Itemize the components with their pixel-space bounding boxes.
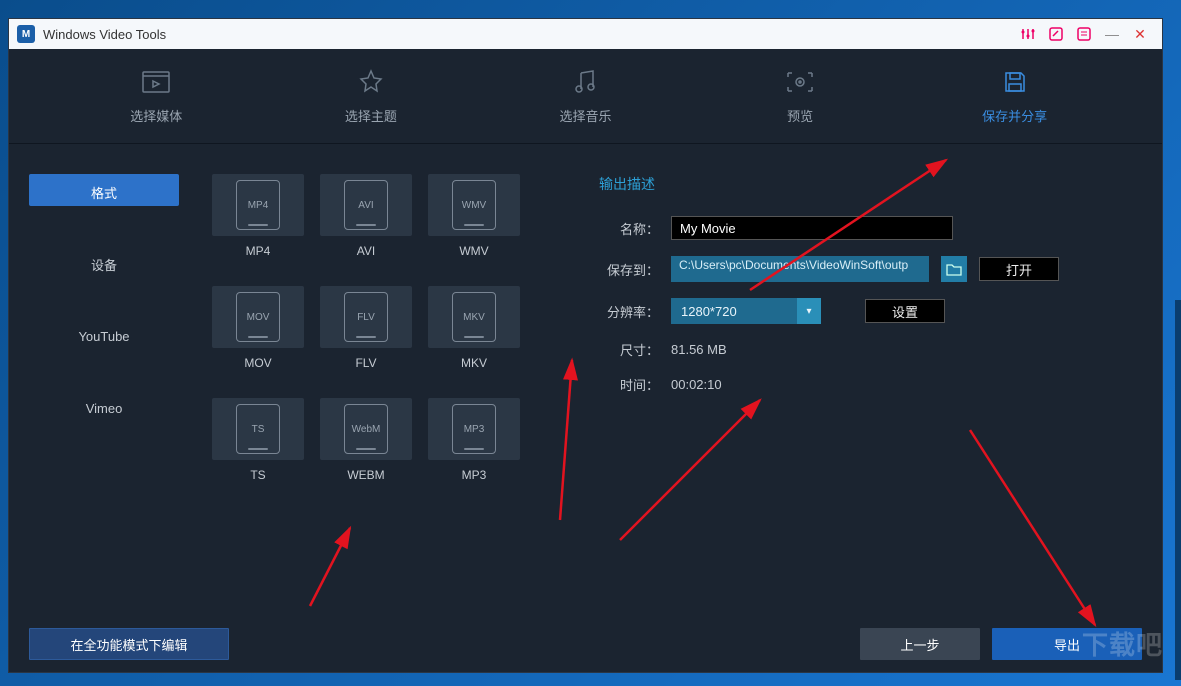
folder-icon[interactable]: [941, 256, 967, 282]
app-title: Windows Video Tools: [43, 27, 166, 42]
menu-icon[interactable]: [1070, 22, 1098, 46]
step-preview[interactable]: 预览: [740, 68, 860, 125]
titlebar: M Windows Video Tools — ✕: [9, 19, 1162, 49]
output-panel: 输出描述 名称： 保存到： C:\Users\pc\Documents\Vide…: [579, 174, 1142, 606]
format-avi[interactable]: AVIAVI: [317, 174, 415, 258]
output-heading: 输出描述: [599, 174, 1122, 194]
edit-fullmode-button[interactable]: 在全功能模式下编辑: [29, 628, 229, 660]
sidebar-format[interactable]: 格式: [29, 174, 179, 206]
save-icon: [1001, 68, 1029, 96]
sidebar-device[interactable]: 设备: [29, 246, 179, 278]
name-input[interactable]: [671, 216, 953, 240]
resolution-select[interactable]: 1280*720 ▾: [671, 298, 821, 324]
edit-icon[interactable]: [1042, 22, 1070, 46]
preview-icon: [786, 68, 814, 96]
desktop-edge: [1175, 300, 1181, 680]
format-mov[interactable]: MOVMOV: [209, 286, 307, 370]
sidebar-youtube[interactable]: YouTube: [29, 318, 179, 350]
music-icon: [571, 68, 599, 96]
format-mp3[interactable]: MP3MP3: [425, 398, 523, 482]
settings-icon[interactable]: [1014, 22, 1042, 46]
format-ts[interactable]: TSTS: [209, 398, 307, 482]
resolution-label: 分辨率：: [599, 302, 659, 321]
step-media[interactable]: 选择媒体: [96, 68, 216, 125]
sidebar: 格式 设备 YouTube Vimeo: [29, 174, 179, 606]
step-theme[interactable]: 选择主题: [311, 68, 431, 125]
format-flv[interactable]: FLVFLV: [317, 286, 415, 370]
export-button[interactable]: 导出: [992, 628, 1142, 660]
open-button[interactable]: 打开: [979, 257, 1059, 281]
time-label: 时间：: [599, 375, 659, 394]
format-webm[interactable]: WebMWEBM: [317, 398, 415, 482]
name-label: 名称：: [599, 219, 659, 238]
format-wmv[interactable]: WMVWMV: [425, 174, 523, 258]
step-save[interactable]: 保存并分享: [955, 68, 1075, 125]
time-value: 00:02:10: [671, 377, 722, 392]
body: 格式 设备 YouTube Vimeo MP4MP4 AVIAVI WMVWMV…: [9, 144, 1162, 616]
size-value: 81.56 MB: [671, 342, 727, 357]
size-label: 尺寸：: [599, 340, 659, 359]
app-logo-icon: M: [17, 25, 35, 43]
settings-button[interactable]: 设置: [865, 299, 945, 323]
step-music[interactable]: 选择音乐: [525, 68, 645, 125]
media-icon: [142, 68, 170, 96]
saveto-path[interactable]: C:\Users\pc\Documents\VideoWinSoft\outp: [671, 256, 929, 282]
format-grid: MP4MP4 AVIAVI WMVWMV MOVMOV FLVFLV MKVMK…: [209, 174, 549, 606]
format-mp4[interactable]: MP4MP4: [209, 174, 307, 258]
close-button[interactable]: ✕: [1126, 22, 1154, 46]
step-nav: 选择媒体 选择主题 选择音乐 预览 保存并分享: [9, 49, 1162, 144]
footer: 在全功能模式下编辑 上一步 导出: [9, 616, 1162, 672]
saveto-label: 保存到：: [599, 260, 659, 279]
app-window: M Windows Video Tools — ✕ 选择媒体 选择主题 选择音乐: [8, 18, 1163, 673]
format-mkv[interactable]: MKVMKV: [425, 286, 523, 370]
prev-step-button[interactable]: 上一步: [860, 628, 980, 660]
minimize-button[interactable]: —: [1098, 22, 1126, 46]
chevron-down-icon: ▾: [797, 298, 821, 324]
sidebar-vimeo[interactable]: Vimeo: [29, 390, 179, 422]
theme-icon: [357, 68, 385, 96]
